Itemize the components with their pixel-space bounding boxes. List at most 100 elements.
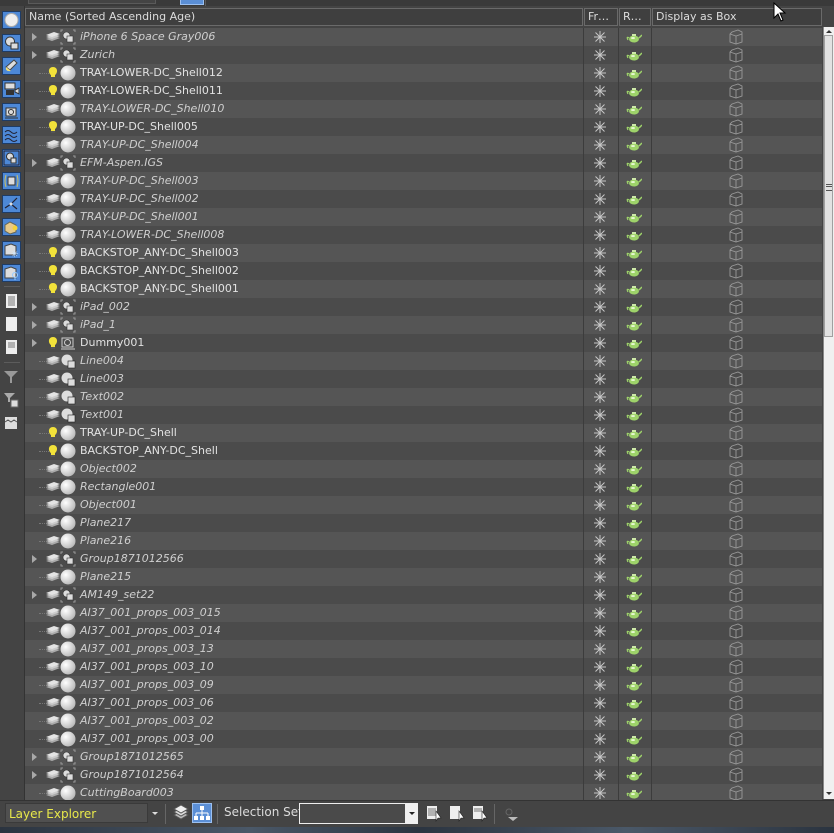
freeze-toggle-icon[interactable] <box>593 300 607 314</box>
table-row[interactable]: Dummy001 <box>25 334 822 352</box>
options-filter-button[interactable] <box>502 806 520 824</box>
table-row[interactable]: iPhone 6 Space Gray006 <box>25 28 822 46</box>
select-none-button[interactable] <box>3 316 21 334</box>
display-as-box-icon[interactable] <box>729 623 743 639</box>
table-row[interactable]: Text001 <box>25 406 822 424</box>
expand-arrow-icon[interactable] <box>32 303 37 311</box>
selection-set-input[interactable] <box>299 803 406 824</box>
name-cell[interactable]: Plane216 <box>25 532 582 550</box>
freeze-toggle-icon[interactable] <box>593 732 607 746</box>
table-row[interactable]: TRAY-LOWER-DC_Shell012 <box>25 64 822 82</box>
layer-icon[interactable] <box>45 624 61 638</box>
name-cell[interactable]: AI37_001_props_003_06 <box>25 694 582 712</box>
display-as-box-icon[interactable] <box>729 83 743 99</box>
display-as-box-icon[interactable] <box>729 263 743 279</box>
expand-arrow-icon[interactable] <box>32 339 37 347</box>
renderable-teapot-icon[interactable] <box>626 535 643 547</box>
table-row[interactable]: TRAY-LOWER-DC_Shell008 <box>25 226 822 244</box>
layer-icon[interactable] <box>45 480 61 494</box>
freeze-toggle-icon[interactable] <box>593 714 607 728</box>
layer-icon[interactable] <box>45 516 61 530</box>
name-cell[interactable]: BACKSTOP_ANY-DC_Shell <box>25 442 582 460</box>
name-cell[interactable]: TRAY-UP-DC_Shell001 <box>25 208 582 226</box>
table-row[interactable]: BACKSTOP_ANY-DC_Shell001 <box>25 280 822 298</box>
name-cell[interactable]: Dummy001 <box>25 334 582 352</box>
display-as-box-icon[interactable] <box>729 299 743 315</box>
freeze-toggle-icon[interactable] <box>593 786 607 800</box>
table-row[interactable]: Rectangle001 <box>25 478 822 496</box>
expand-arrow-icon[interactable] <box>32 753 37 761</box>
display-as-box-icon[interactable] <box>729 209 743 225</box>
light-bulb-icon[interactable] <box>45 336 61 350</box>
filter-options-button[interactable] <box>3 392 21 410</box>
expand-arrow-icon[interactable] <box>32 771 37 779</box>
freeze-toggle-icon[interactable] <box>593 264 607 278</box>
renderable-teapot-icon[interactable] <box>626 445 643 457</box>
layer-icon[interactable] <box>45 732 61 746</box>
expand-arrow-icon[interactable] <box>32 591 37 599</box>
renderable-teapot-icon[interactable] <box>626 463 643 475</box>
display-as-box-icon[interactable] <box>729 281 743 297</box>
select-invert-button[interactable] <box>3 339 21 357</box>
table-row[interactable]: AI37_001_props_003_13 <box>25 640 822 658</box>
freeze-toggle-icon[interactable] <box>593 516 607 530</box>
table-row[interactable]: BACKSTOP_ANY-DC_Shell002 <box>25 262 822 280</box>
name-cell[interactable]: Zurich <box>25 46 582 64</box>
freeze-toggle-icon[interactable] <box>593 102 607 116</box>
layer-icon[interactable] <box>45 588 61 602</box>
table-row[interactable]: Group1871012566 <box>25 550 822 568</box>
renderable-teapot-icon[interactable] <box>626 193 643 205</box>
name-cell[interactable]: Group1871012565 <box>25 748 582 766</box>
renderable-teapot-icon[interactable] <box>626 787 643 799</box>
table-row[interactable]: TRAY-LOWER-DC_Shell010 <box>25 100 822 118</box>
table-row[interactable]: Plane215 <box>25 568 822 586</box>
layer-icon[interactable] <box>45 750 61 764</box>
layer-icon[interactable] <box>45 696 61 710</box>
name-cell[interactable]: BACKSTOP_ANY-DC_Shell003 <box>25 244 582 262</box>
renderable-teapot-icon[interactable] <box>626 49 643 61</box>
top-active-button[interactable] <box>180 0 204 5</box>
vertical-scrollbar[interactable] <box>823 27 834 799</box>
freeze-toggle-icon[interactable] <box>593 156 607 170</box>
table-row[interactable]: Text002 <box>25 388 822 406</box>
layer-icon[interactable] <box>45 606 61 620</box>
display-as-box-icon[interactable] <box>729 641 743 657</box>
name-cell[interactable]: AI37_001_props_003_09 <box>25 676 582 694</box>
layer-icon[interactable] <box>45 390 61 404</box>
freeze-toggle-icon[interactable] <box>593 30 607 44</box>
table-row[interactable]: Zurich <box>25 46 822 64</box>
name-cell[interactable]: TRAY-LOWER-DC_Shell008 <box>25 226 582 244</box>
layer-icon[interactable] <box>45 30 61 44</box>
light-bulb-icon[interactable] <box>45 444 61 458</box>
renderable-teapot-icon[interactable] <box>626 751 643 763</box>
table-row[interactable]: BACKSTOP_ANY-DC_Shell <box>25 442 822 460</box>
renderable-teapot-icon[interactable] <box>626 67 643 79</box>
renderable-teapot-icon[interactable] <box>626 571 643 583</box>
name-cell[interactable]: TRAY-UP-DC_Shell003 <box>25 172 582 190</box>
freeze-toggle-icon[interactable] <box>593 498 607 512</box>
display-as-box-icon[interactable] <box>729 317 743 333</box>
cameras-filter-button[interactable] <box>2 80 21 98</box>
freeze-toggle-icon[interactable] <box>593 768 607 782</box>
table-row[interactable]: TRAY-UP-DC_Shell005 <box>25 118 822 136</box>
column-header-name[interactable]: Name (Sorted Ascending Age) <box>25 8 583 26</box>
display-as-box-icon[interactable] <box>729 713 743 729</box>
layer-icon[interactable] <box>45 786 61 800</box>
name-cell[interactable]: AI37_001_props_003_00 <box>25 730 582 748</box>
name-cell[interactable]: BACKSTOP_ANY-DC_Shell002 <box>25 262 582 280</box>
name-cell[interactable]: Text001 <box>25 406 582 424</box>
name-cell[interactable]: Text002 <box>25 388 582 406</box>
freeze-toggle-icon[interactable] <box>593 408 607 422</box>
name-cell[interactable]: EFM-Aspen.IGS <box>25 154 582 172</box>
freeze-toggle-icon[interactable] <box>593 696 607 710</box>
scroll-down-arrow[interactable] <box>826 792 832 795</box>
light-bulb-icon[interactable] <box>45 426 61 440</box>
layer-icon[interactable] <box>45 300 61 314</box>
renderable-teapot-icon[interactable] <box>626 427 643 439</box>
selection-set-dropdown-button[interactable] <box>406 803 418 824</box>
freeze-toggle-icon[interactable] <box>593 588 607 602</box>
freeze-toggle-icon[interactable] <box>593 480 607 494</box>
name-cell[interactable]: AI37_001_props_003_10 <box>25 658 582 676</box>
light-bulb-icon[interactable] <box>45 120 61 134</box>
renderable-teapot-icon[interactable] <box>626 589 643 601</box>
